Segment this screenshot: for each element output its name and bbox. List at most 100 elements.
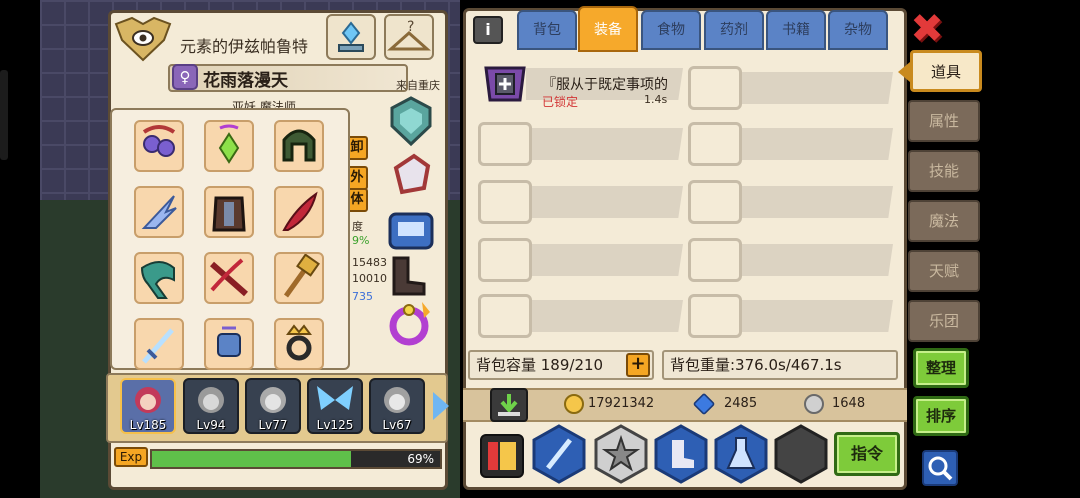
diamond-amount: 2485 [724, 396, 758, 411]
character-portrait-icon [384, 387, 410, 413]
close-button[interactable]: ✖ [907, 9, 947, 50]
nav-magic[interactable]: 魔法 [908, 200, 980, 242]
party-member-card[interactable]: Lv77 [245, 378, 301, 434]
bag-slot[interactable] [688, 238, 893, 282]
crossbow-icon [210, 258, 248, 297]
order-button[interactable]: 排序 [913, 396, 969, 436]
bag-slot-frame [688, 238, 742, 282]
number-123-icon [488, 442, 516, 470]
equip-slot-feather[interactable] [274, 186, 324, 238]
bag-weight: 背包重量:376.0s/467.1s [662, 350, 898, 380]
equip-slot-armor[interactable] [204, 186, 254, 238]
info-button[interactable]: i [473, 16, 503, 44]
equip-slot-crossbow[interactable] [204, 252, 254, 304]
equip-slot-lantern[interactable] [204, 318, 254, 370]
gold-coin-icon [564, 394, 584, 414]
party-member-level: Lv125 [316, 418, 354, 432]
expand-capacity-button[interactable]: + [626, 353, 650, 377]
silver-amount: 1648 [832, 396, 866, 411]
party-member-card[interactable]: Lv125 [307, 378, 363, 434]
bag-slot[interactable] [478, 238, 683, 282]
party-member-card[interactable]: Lv94 [183, 378, 239, 434]
equip-slot-emblem[interactable] [384, 94, 438, 148]
exp-bar: 69% [150, 449, 442, 469]
sword-skill-icon[interactable] [532, 424, 586, 484]
party-member-card[interactable]: Lv185 [120, 378, 176, 434]
exp-bar-fill [152, 451, 351, 467]
armor-icon [212, 196, 246, 232]
fire-ring-icon [389, 302, 430, 346]
party-member-level: Lv77 [258, 418, 288, 432]
stat-label: 度 [352, 220, 363, 233]
bag-item-name: 『服从于既定事项的 [542, 77, 668, 93]
party-member-level: Lv94 [196, 418, 226, 432]
party-member-card[interactable]: Lv67 [369, 378, 425, 434]
sword-icon [142, 328, 174, 364]
tab-potion[interactable]: 药剂 [704, 10, 764, 50]
nav-band[interactable]: 乐团 [908, 300, 980, 342]
quick-slot-button[interactable] [480, 434, 524, 478]
bag-slot[interactable] [478, 294, 683, 338]
equip-slot-hammer[interactable] [274, 252, 324, 304]
bag-slot[interactable] [688, 122, 893, 166]
tab-food[interactable]: 食物 [641, 10, 701, 50]
nav-talent[interactable]: 天赋 [908, 250, 980, 292]
equip-slot-boots[interactable] [384, 248, 438, 302]
tidy-button[interactable]: 整理 [913, 348, 969, 388]
bag-slot-bar [526, 128, 683, 160]
equip-slot-gauntlet[interactable] [384, 148, 438, 202]
nav-attributes[interactable]: 属性 [908, 100, 980, 142]
crystal-button[interactable] [326, 14, 376, 60]
red-feather-icon [282, 191, 318, 231]
potion-skill-icon[interactable] [714, 424, 768, 484]
empty-skill-slot-icon[interactable] [774, 424, 828, 484]
stat-percent: 9% [352, 234, 370, 247]
nav-items[interactable]: 道具 [910, 50, 982, 92]
tab-backpack[interactable]: 背包 [517, 10, 577, 50]
tab-books[interactable]: 书籍 [766, 10, 826, 50]
bag-slot[interactable] [688, 180, 893, 224]
character-portrait-icon [260, 387, 286, 413]
equip-slot-sword[interactable] [134, 318, 184, 370]
bag-slot-frame [688, 66, 742, 110]
bag-slot-bar [526, 244, 683, 276]
storage-button[interactable] [490, 388, 528, 422]
bag-slot-frame [478, 238, 532, 282]
party-next-arrow-icon[interactable] [433, 392, 449, 420]
equip-slot-helmet[interactable] [274, 120, 324, 172]
stat-value-2: 10010 [352, 272, 387, 285]
bag-slot[interactable] [688, 66, 893, 110]
lantern-icon [217, 326, 241, 357]
eye-crest-icon [114, 16, 172, 62]
nav-skills[interactable]: 技能 [908, 150, 980, 192]
gender-badge: ♀ [172, 64, 198, 90]
equip-slot-amulet[interactable] [204, 120, 254, 172]
bag-slot-frame [688, 122, 742, 166]
bag-slot-frame [478, 122, 532, 166]
bag-slot[interactable] [478, 122, 683, 166]
character-portrait-icon [198, 387, 224, 413]
party-member-level: Lv185 [129, 418, 167, 432]
tab-equipment[interactable]: 装备 [578, 6, 638, 52]
command-button[interactable]: 指令 [834, 432, 900, 476]
bag-slot-frame [688, 294, 742, 338]
equip-slot-ring[interactable] [384, 296, 438, 350]
equip-slot-necklace[interactable] [134, 120, 184, 172]
equip-slot-wing[interactable] [134, 186, 184, 238]
boot-skill-icon[interactable] [654, 424, 708, 484]
search-button[interactable] [922, 450, 958, 486]
bag-slot[interactable] [688, 294, 893, 338]
bag-slot[interactable] [478, 180, 683, 224]
search-icon [928, 456, 953, 481]
bag-item-lock-status: 已锁定 [542, 95, 579, 109]
gold-amount: 17921342 [588, 396, 655, 411]
crystal-icon [338, 21, 364, 52]
necklace-icon [142, 125, 176, 157]
screen-edge-handle [0, 70, 8, 160]
equip-slot-crown-ring[interactable] [274, 318, 324, 370]
equip-slot-scarf[interactable] [134, 252, 184, 304]
tab-misc[interactable]: 杂物 [828, 10, 888, 50]
star-skill-icon[interactable] [594, 424, 648, 484]
wardrobe-button[interactable]: ? [384, 14, 434, 60]
hammer-icon [283, 253, 320, 298]
